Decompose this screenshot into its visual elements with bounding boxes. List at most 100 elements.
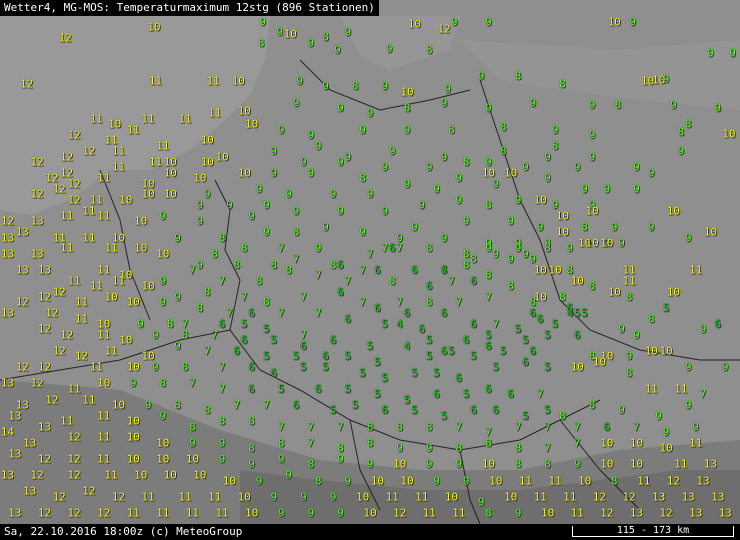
station-tmax: 9: [633, 182, 640, 196]
station-tmax: 8: [292, 225, 300, 239]
station-tmax: 9: [385, 42, 393, 56]
station-tmax: 5: [462, 387, 470, 401]
station-tmax: 12: [111, 490, 126, 504]
station-tmax: 9: [381, 204, 389, 218]
station-tmax: 9: [337, 155, 344, 169]
station-tmax: 8: [610, 474, 618, 488]
station-tmax: 11: [96, 409, 111, 423]
station-tmax: 9: [647, 220, 655, 234]
station-tmax: 8: [196, 301, 204, 315]
station-tmax: 5: [359, 366, 366, 380]
station-tmax: 6: [470, 317, 477, 331]
station-tmax: 7: [189, 376, 196, 390]
station-tmax: 9: [588, 128, 596, 142]
station-tmax: 8: [514, 69, 522, 83]
station-tmax: 5: [662, 301, 670, 315]
station-tmax: 8: [203, 285, 211, 299]
station-tmax: 9: [425, 160, 433, 174]
station-tmax: 11: [178, 112, 192, 126]
station-tmax: 11: [415, 490, 429, 504]
station-tmax: 7: [337, 420, 344, 434]
station-tmax: 12: [45, 306, 59, 320]
station-tmax: 9: [707, 46, 714, 60]
station-tmax: 6: [485, 382, 492, 396]
station-tmax: 11: [96, 263, 111, 277]
station-tmax: 8: [455, 441, 463, 455]
station-tmax: 8: [255, 274, 263, 288]
station-tmax: 5: [374, 387, 381, 401]
station-tmax: 10: [481, 457, 496, 471]
station-tmax: 9: [196, 198, 204, 212]
station-tmax: 9: [137, 317, 144, 331]
station-tmax: 10: [111, 398, 126, 412]
station-tmax: 6: [337, 285, 344, 299]
station-tmax: 13: [8, 506, 22, 520]
station-tmax: 12: [30, 376, 44, 390]
station-tmax: 10: [222, 474, 237, 488]
station-tmax: 9: [344, 25, 352, 39]
station-tmax: 8: [425, 241, 433, 255]
station-tmax: 9: [307, 36, 315, 50]
station-tmax: 10: [126, 414, 140, 428]
station-tmax: 9: [411, 220, 418, 234]
station-tmax: 11: [518, 474, 533, 488]
station-tmax: 10: [185, 452, 200, 466]
station-tmax: 10: [96, 376, 111, 390]
station-tmax: 13: [0, 231, 15, 245]
station-tmax: 8: [614, 98, 622, 112]
station-tmax: 9: [152, 328, 159, 342]
station-tmax: 11: [563, 490, 577, 504]
station-tmax: 5: [544, 360, 551, 374]
station-tmax: 13: [629, 506, 644, 520]
station-tmax: 13: [22, 436, 37, 450]
station-tmax: 11: [82, 393, 96, 407]
station-tmax: 7: [573, 420, 581, 434]
station-tmax: 7: [485, 290, 492, 304]
station-tmax: 9: [729, 46, 736, 60]
station-tmax: 9: [359, 225, 366, 239]
station-tmax: 13: [0, 468, 15, 482]
station-tmax: 9: [522, 247, 529, 261]
station-tmax: 9: [573, 457, 581, 471]
station-tmax: 7: [359, 295, 366, 309]
station-tmax: 9: [477, 495, 485, 509]
station-tmax: 10: [644, 344, 658, 358]
station-tmax: 6: [248, 306, 255, 320]
station-tmax: 13: [22, 484, 37, 498]
station-tmax: 9: [388, 144, 396, 158]
station-tmax: 10: [126, 452, 140, 466]
station-tmax: 13: [0, 306, 15, 320]
station-tmax: 10: [119, 193, 133, 207]
station-tmax: 6: [440, 306, 448, 320]
station-tmax: 9: [692, 420, 699, 434]
station-tmax: 5: [381, 371, 389, 385]
station-tmax: 9: [662, 72, 670, 86]
station-tmax: 8: [166, 317, 174, 331]
station-tmax: 5: [240, 317, 248, 331]
station-tmax: 8: [270, 258, 278, 272]
station-tmax: 6: [240, 333, 248, 347]
station-tmax: 9: [440, 96, 448, 110]
station-tmax: 12: [20, 77, 34, 91]
station-tmax: 8: [218, 231, 226, 245]
station-tmax: 11: [74, 312, 89, 326]
station-tmax: 9: [514, 193, 522, 207]
station-tmax: 10: [659, 344, 673, 358]
station-tmax: 12: [58, 31, 72, 45]
station-tmax: 9: [455, 457, 463, 471]
station-tmax: 8: [351, 79, 359, 93]
station-tmax: 11: [148, 155, 163, 169]
station-tmax: 11: [59, 414, 74, 428]
station-tmax: 9: [618, 322, 625, 336]
station-tmax: 8: [581, 220, 588, 234]
station-tmax: 5: [344, 382, 352, 396]
station-tmax: 9: [522, 160, 529, 174]
station-tmax: 6: [485, 339, 492, 353]
station-tmax: 9: [174, 339, 181, 353]
station-tmax: 9: [255, 182, 263, 196]
station-tmax: 8: [248, 441, 255, 455]
station-tmax: 10: [104, 290, 118, 304]
station-tmax: 11: [59, 209, 74, 223]
station-tmax: 7: [218, 274, 226, 288]
station-tmax: 9: [263, 198, 270, 212]
